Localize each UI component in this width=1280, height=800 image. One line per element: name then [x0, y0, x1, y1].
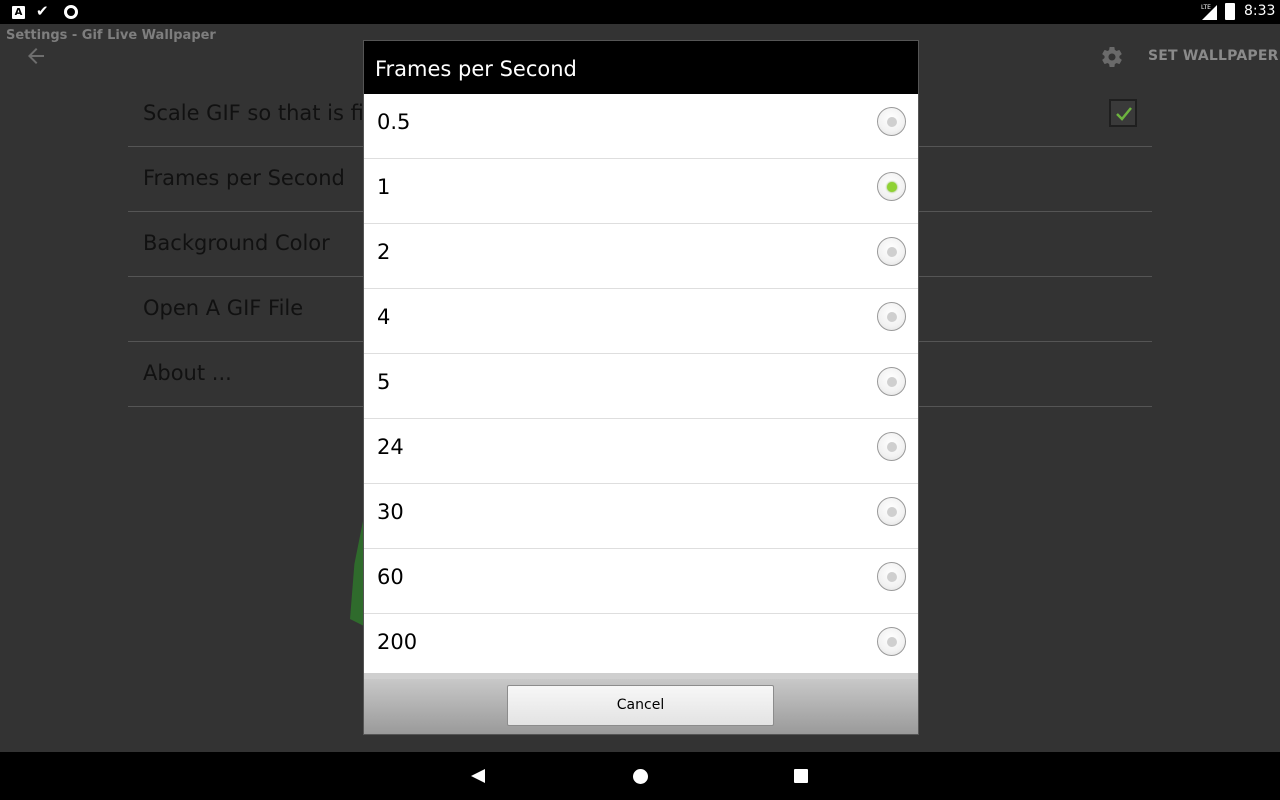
option-label: 4 [377, 305, 391, 329]
battery-charging-icon [1225, 3, 1235, 20]
dialog-header: Frames per Second [364, 41, 918, 94]
radio-button-selected[interactable] [877, 172, 906, 201]
option-label: 1 [377, 175, 391, 199]
svg-text:LTE: LTE [1201, 4, 1211, 11]
pref-label: About ... [143, 361, 232, 385]
gear-icon[interactable] [1100, 45, 1124, 69]
nav-recents-icon[interactable] [794, 769, 808, 783]
circle-icon [64, 5, 78, 19]
option-list: 0.5 1 2 4 5 24 30 60 200 [364, 94, 918, 679]
a-box-icon: A [12, 6, 25, 19]
pref-label: Scale GIF so that is fits [143, 101, 384, 125]
app-title: Settings - Gif Live Wallpaper [6, 28, 216, 43]
option-4[interactable]: 4 [364, 289, 918, 354]
status-time: 8:33 [1244, 3, 1276, 19]
option-label: 5 [377, 370, 391, 394]
navigation-bar [0, 752, 1280, 800]
radio-button[interactable] [877, 497, 906, 526]
radio-button[interactable] [877, 302, 906, 331]
cancel-button[interactable]: Cancel [507, 685, 774, 726]
option-2[interactable]: 2 [364, 224, 918, 289]
option-0-5[interactable]: 0.5 [364, 94, 918, 159]
nav-home-icon[interactable] [633, 769, 648, 784]
status-bar: A ✔ LTE 8:33 [0, 0, 1280, 24]
radio-button[interactable] [877, 627, 906, 656]
nav-back-icon[interactable] [470, 768, 486, 784]
radio-button[interactable] [877, 107, 906, 136]
radio-button[interactable] [877, 237, 906, 266]
pref-label: Frames per Second [143, 166, 345, 190]
set-wallpaper-button[interactable]: SET WALLPAPER [1148, 48, 1279, 64]
check-icon: ✔ [36, 2, 49, 20]
option-200[interactable]: 200 [364, 614, 918, 679]
option-1[interactable]: 1 [364, 159, 918, 224]
option-60[interactable]: 60 [364, 549, 918, 614]
pref-label: Background Color [143, 231, 330, 255]
option-5[interactable]: 5 [364, 354, 918, 419]
radio-button[interactable] [877, 367, 906, 396]
option-label: 0.5 [377, 110, 411, 134]
option-label: 200 [377, 630, 418, 654]
lte-signal-icon: LTE [1201, 4, 1217, 20]
pref-label: Open A GIF File [143, 296, 304, 320]
option-30[interactable]: 30 [364, 484, 918, 549]
radio-button[interactable] [877, 562, 906, 591]
back-arrow-icon[interactable] [24, 44, 48, 68]
radio-button[interactable] [877, 432, 906, 461]
option-24[interactable]: 24 [364, 419, 918, 484]
check-mark-icon [1116, 107, 1132, 121]
frames-per-second-dialog: Frames per Second 0.5 1 2 4 5 24 30 60 2… [363, 40, 919, 735]
scale-gif-checkbox[interactable] [1109, 99, 1137, 127]
option-label: 60 [377, 565, 404, 589]
dialog-title: Frames per Second [375, 57, 577, 81]
option-label: 2 [377, 240, 391, 264]
option-label: 30 [377, 500, 404, 524]
option-label: 24 [377, 435, 404, 459]
dialog-footer: Cancel [364, 673, 918, 734]
